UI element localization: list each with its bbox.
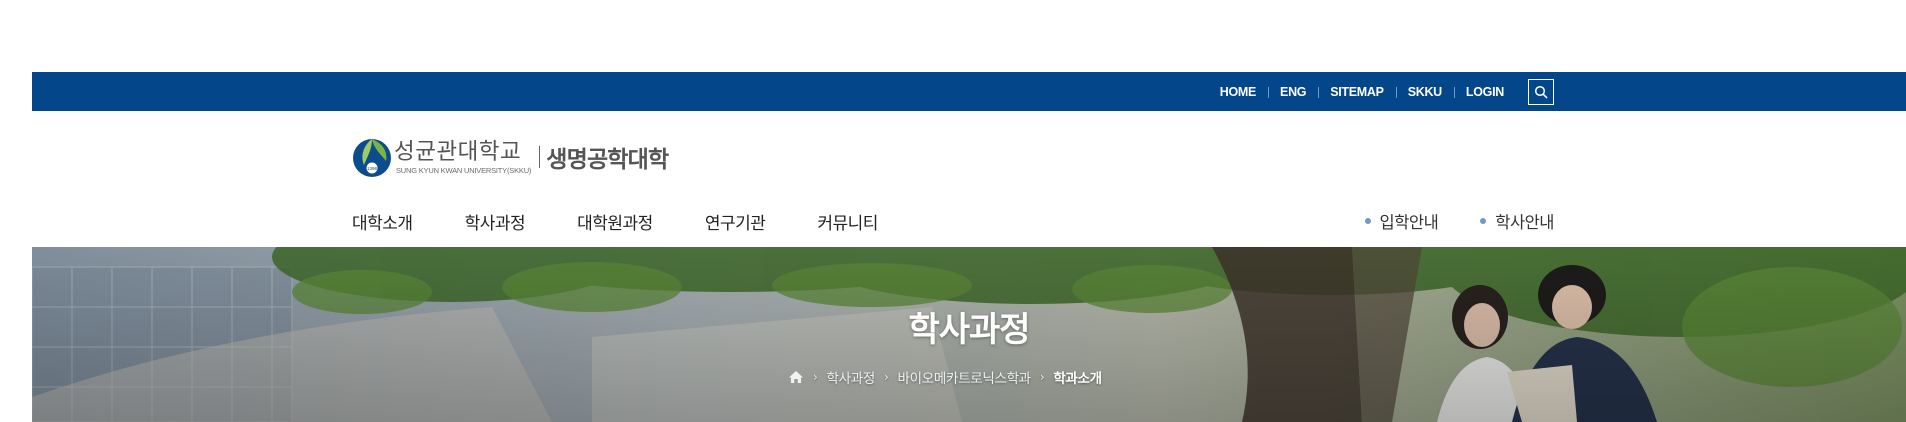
main-nav-item-community[interactable]: 커뮤니티 (817, 209, 878, 234)
page-title: 학사과정 (908, 310, 1030, 350)
breadcrumb-separator-icon: › (883, 370, 889, 384)
sub-visual-banner: 학사과정 › 학사과정 › 바이오메카트로닉스학과 › 학과소개 (32, 247, 1906, 422)
breadcrumb-item[interactable]: 학사과정 (827, 367, 876, 387)
bullet-dot (1364, 218, 1371, 224)
page-frame: HOME ENG SITEMAP SKKU LOGIN 1398 성균관대학교 … (32, 72, 1906, 422)
main-nav-item-about[interactable]: 대학소개 (352, 209, 413, 234)
college-name: 생명공학대학 (546, 147, 669, 173)
site-header: 1398 성균관대학교 SUNG KYUN KWAN UNIVERSITY(SK… (32, 111, 1906, 247)
home-icon[interactable] (788, 370, 804, 384)
quick-link-label: 입학안내 (1379, 213, 1439, 232)
utility-link-sitemap[interactable]: SITEMAP (1318, 85, 1395, 99)
utility-nav: HOME ENG SITEMAP SKKU LOGIN (1208, 72, 1554, 111)
utility-link-login[interactable]: LOGIN (1453, 85, 1516, 99)
search-icon (1534, 85, 1548, 98)
main-nav-item-research[interactable]: 연구기관 (705, 209, 766, 234)
quick-link-academic[interactable]: 학사안내 (1480, 209, 1554, 233)
breadcrumb-current: 학과소개 (1053, 371, 1102, 387)
utility-bar: HOME ENG SITEMAP SKKU LOGIN (32, 72, 1906, 111)
breadcrumb-separator-icon: › (813, 370, 818, 384)
main-nav: 대학소개 학사과정 대학원과정 연구기관 커뮤니티 (352, 209, 930, 234)
search-button[interactable] (1528, 78, 1554, 105)
main-nav-item-undergraduate[interactable]: 학사과정 (465, 209, 526, 234)
quick-link-admission[interactable]: 입학안내 (1364, 209, 1439, 233)
utility-link-home[interactable]: HOME (1208, 85, 1268, 99)
quick-link-label: 학사안내 (1495, 213, 1554, 232)
svg-text:1398: 1398 (367, 166, 378, 171)
utility-link-eng[interactable]: ENG (1268, 85, 1318, 99)
university-name: 성균관대학교 SUNG KYUN KWAN UNIVERSITY(SKKU) (394, 139, 531, 175)
site-logo[interactable]: 1398 성균관대학교 SUNG KYUN KWAN UNIVERSITY(SK… (352, 133, 669, 181)
quick-links: 입학안내 학사안내 (1323, 209, 1554, 233)
logo-divider (539, 146, 541, 168)
university-seal-icon: 1398 (353, 139, 391, 177)
breadcrumb-item[interactable]: 바이오메카트로닉스학과 (897, 367, 1031, 387)
breadcrumb-separator-icon: › (1039, 370, 1045, 384)
utility-link-skku[interactable]: SKKU (1395, 85, 1454, 99)
university-name-en: SUNG KYUN KWAN UNIVERSITY(SKKU) (396, 166, 532, 175)
bullet-dot (1480, 218, 1487, 224)
university-name-kr: 성균관대학교 (394, 139, 522, 165)
main-nav-item-graduate[interactable]: 대학원과정 (577, 209, 653, 234)
breadcrumb: › 학사과정 › 바이오메카트로닉스학과 › 학과소개 (788, 367, 1102, 387)
